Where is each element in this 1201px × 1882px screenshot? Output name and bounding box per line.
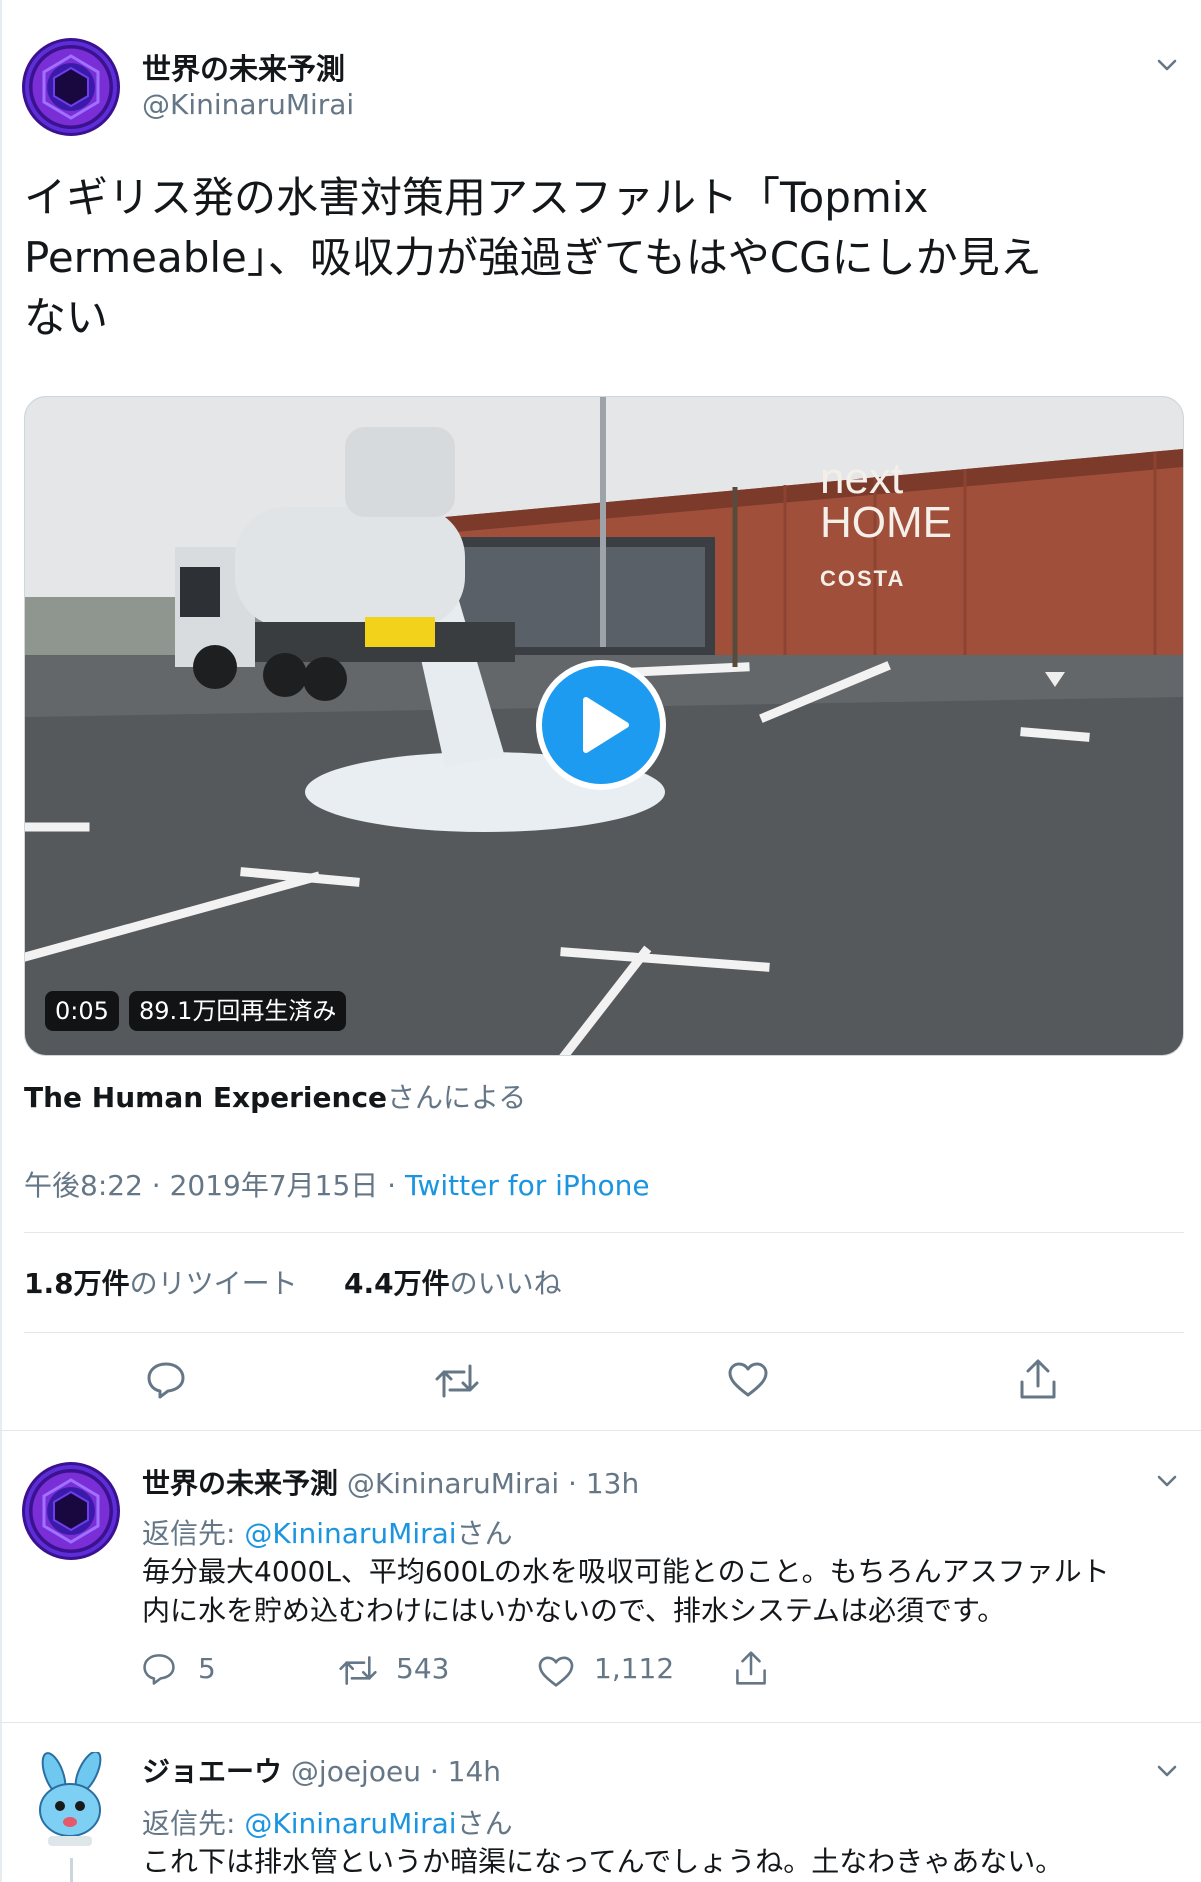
play-icon (583, 697, 629, 753)
sign-home: HOME (820, 498, 952, 547)
retweet-icon[interactable] (434, 1362, 480, 1400)
like-count: 4.4万件 (344, 1267, 450, 1300)
tweet-text: イギリス発の水害対策用アスファルト「Topmix Permeable」、吸収力が… (24, 168, 1184, 348)
like-icon[interactable] (538, 1656, 574, 1688)
reply-time[interactable]: · 14h (430, 1755, 501, 1788)
like-stat[interactable]: 4.4万件のいいね (344, 1262, 562, 1302)
retweet-count: 543 (396, 1652, 450, 1685)
chevron-down-icon[interactable] (1156, 1760, 1178, 1782)
retweet-stat[interactable]: 1.8万件のリツイート (24, 1262, 298, 1302)
divider (24, 1332, 1184, 1333)
attribution-name[interactable]: The Human Experience (24, 1081, 387, 1114)
reply-text: 毎分最大4000L、平均600Lの水を吸収可能とのこと。もちろんアスファルト 内… (142, 1552, 1172, 1630)
video-view-count: 89.1万回再生済み (129, 991, 347, 1031)
reply-to-handle[interactable]: @KininaruMirai (244, 1517, 456, 1550)
reply-avatar[interactable] (24, 1752, 120, 1848)
timestamp[interactable]: 午後8:22 · 2019年7月15日 · (24, 1169, 405, 1202)
reply-to: 返信先: @KininaruMiraiさん (142, 1512, 513, 1552)
reply-header: 世界の未来予測 @KininaruMirai · 13h (142, 1462, 639, 1502)
reply-to-prefix: 返信先: (142, 1807, 245, 1840)
left-border (0, 0, 2, 1882)
reply-handle[interactable]: @KininaruMirai (347, 1467, 559, 1500)
play-button[interactable] (536, 660, 666, 790)
reply-avatar[interactable] (22, 1462, 120, 1560)
retweet-icon[interactable] (338, 1654, 378, 1687)
retweet-count: 1.8万件 (24, 1267, 130, 1300)
reply-handle[interactable]: @joejoeu (291, 1755, 421, 1788)
reply-count: 5 (198, 1652, 216, 1685)
sign-costa: COSTA (820, 566, 906, 591)
divider (0, 1430, 1201, 1431)
display-name[interactable]: 世界の未来予測 (142, 46, 345, 88)
attribution-suffix: さんによる (387, 1081, 527, 1114)
sign-next: next (820, 454, 904, 503)
reply-text-line: 内に水を貯め込むわけにはいかないので、排水システムは必須です。 (142, 1594, 1006, 1627)
like-label: のいいね (449, 1267, 562, 1300)
reply-text-line: 毎分最大4000L、平均600Lの水を吸収可能とのこと。もちろんアスファルト (142, 1555, 1110, 1588)
reply-text: これ下は排水管というか暗渠になってんでしょうね。土なわきゃあない。 (142, 1844, 1063, 1880)
reply-to-handle[interactable]: @KininaruMirai (244, 1807, 456, 1840)
reply-to-prefix: 返信先: (142, 1517, 245, 1550)
handle[interactable]: @KininaruMirai (142, 88, 354, 121)
tweet-text-line: イギリス発の水害対策用アスファルト「Topmix (24, 173, 929, 222)
reply-to-suffix: さん (456, 1807, 513, 1840)
reply-to-suffix: さん (456, 1517, 513, 1550)
share-icon[interactable] (1018, 1358, 1058, 1400)
source-link[interactable]: Twitter for iPhone (405, 1169, 650, 1202)
avatar[interactable] (22, 38, 120, 136)
retweet-label: のリツイート (129, 1267, 298, 1300)
video-duration: 0:05 (45, 991, 119, 1031)
tweet-meta: 午後8:22 · 2019年7月15日 · Twitter for iPhone (24, 1164, 650, 1204)
reply-text-line: これ下は排水管というか暗渠になってんでしょうね。土なわきゃあない。 (142, 1845, 1064, 1878)
reply-icon[interactable] (142, 1652, 176, 1686)
reply-time[interactable]: · 13h (568, 1467, 639, 1500)
reply-display-name[interactable]: 世界の未来予測 (142, 1467, 338, 1500)
chevron-down-icon[interactable] (1156, 1470, 1178, 1492)
share-icon[interactable] (734, 1650, 768, 1686)
divider (24, 1232, 1184, 1233)
building-sign: next HOME COSTA (820, 457, 952, 601)
divider (0, 1722, 1201, 1723)
like-count: 1,112 (594, 1652, 675, 1685)
reply-header: ジョエーウ @joejoeu · 14h (142, 1750, 501, 1790)
reply-display-name[interactable]: ジョエーウ (142, 1755, 282, 1788)
tweet-text-line: Permeable」、吸収力が強過ぎてもはやCGにしか見え (24, 233, 1042, 282)
thread-line (70, 1858, 73, 1882)
reply-icon[interactable] (146, 1360, 186, 1400)
chevron-down-icon[interactable] (1156, 54, 1178, 76)
tweet-text-line: ない (24, 293, 109, 342)
reply-to: 返信先: @KininaruMiraiさん (142, 1802, 513, 1842)
like-icon[interactable] (728, 1362, 768, 1398)
video-attribution: The Human Experienceさんによる (24, 1076, 526, 1116)
